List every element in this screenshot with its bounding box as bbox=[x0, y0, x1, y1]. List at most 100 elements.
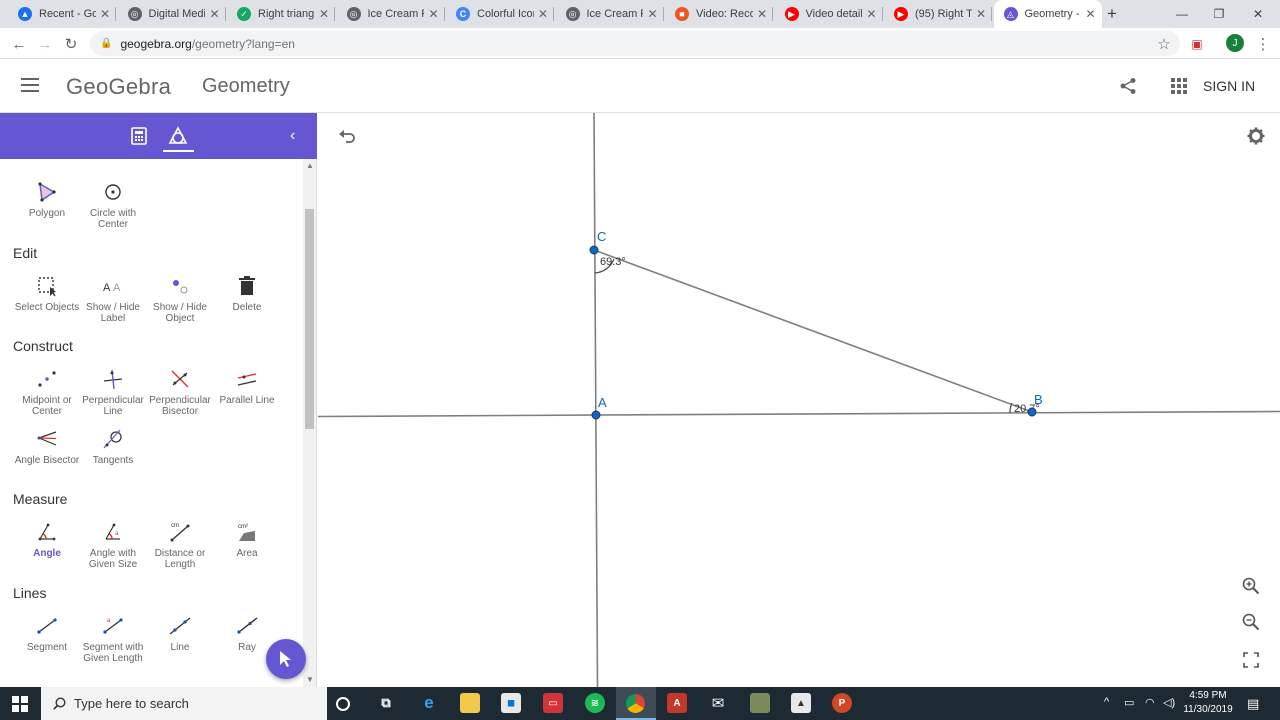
segment-cb[interactable] bbox=[593, 249, 1033, 413]
tab-close-icon[interactable]: ✕ bbox=[538, 7, 548, 21]
tool-midpoint-or-center[interactable]: Midpoint or Center bbox=[14, 368, 80, 417]
task-view-icon[interactable]: ⧉ bbox=[376, 693, 396, 713]
browser-tab[interactable]: ✓ Right triangl ✕ bbox=[227, 0, 335, 28]
tool-tangents[interactable]: Tangents bbox=[80, 428, 146, 466]
browser-tab[interactable]: ▶ Video detail ✕ bbox=[775, 0, 883, 28]
address-bar[interactable]: 🔒 geogebra.org/geometry?lang=en bbox=[90, 31, 1180, 56]
tool-parallel-line[interactable]: Parallel Line bbox=[214, 368, 280, 406]
forward-icon[interactable]: → bbox=[34, 33, 56, 55]
panel-scrollbar[interactable]: ▲ ▼ bbox=[303, 159, 316, 687]
file-explorer-icon[interactable] bbox=[460, 693, 480, 713]
powerpoint-icon[interactable]: P bbox=[832, 693, 852, 713]
notifications-icon[interactable]: ▤ bbox=[1247, 696, 1259, 712]
zoom-in-icon[interactable] bbox=[1242, 577, 1260, 595]
tab-close-icon[interactable]: ✕ bbox=[757, 7, 767, 21]
zoom-out-icon[interactable] bbox=[1242, 613, 1260, 631]
graphics-view[interactable]: 69.3° 20.7° A B C bbox=[317, 112, 1280, 688]
maximize-window-icon[interactable]: ❐ bbox=[1199, 0, 1239, 28]
line-ac[interactable] bbox=[593, 112, 599, 688]
point-label-a[interactable]: A bbox=[598, 395, 607, 410]
new-tab-button[interactable]: + bbox=[1092, 0, 1132, 28]
tool-angle-with-given-size[interactable]: a Angle with Given Size bbox=[80, 521, 146, 570]
tool-show-hide-object[interactable]: Show / Hide Object bbox=[147, 275, 213, 324]
taskbar-search-box[interactable]: Type here to search bbox=[41, 687, 327, 720]
move-tool-button[interactable] bbox=[266, 639, 306, 679]
scrollbar-thumb[interactable] bbox=[305, 209, 314, 429]
tab-close-icon[interactable]: ✕ bbox=[647, 7, 657, 21]
geogebra-logo[interactable]: GeoGebra bbox=[66, 74, 171, 100]
tab-close-icon[interactable]: ✕ bbox=[428, 7, 438, 21]
profile-avatar[interactable]: J bbox=[1226, 34, 1244, 52]
algebra-view-icon[interactable] bbox=[131, 127, 147, 145]
volume-icon[interactable]: ◁) bbox=[1163, 696, 1175, 709]
acrobat-icon[interactable]: A bbox=[667, 693, 687, 713]
browser-tab[interactable]: ◬ Geometry - ✕ bbox=[993, 0, 1102, 28]
browser-tab[interactable]: C Colorful Icor ✕ bbox=[446, 0, 554, 28]
cortana-icon[interactable] bbox=[336, 697, 350, 711]
browser-menu-icon[interactable]: ⋮ bbox=[1252, 33, 1274, 55]
tab-close-icon[interactable]: ✕ bbox=[100, 7, 110, 21]
point-b[interactable] bbox=[1027, 407, 1037, 417]
scroll-up-icon[interactable]: ▲ bbox=[306, 161, 314, 170]
tool-circle-with-center[interactable]: Circle with Center bbox=[80, 181, 146, 230]
tool-line[interactable]: Line bbox=[147, 615, 213, 653]
browser-tab[interactable]: ■ Video: Reco ✕ bbox=[665, 0, 773, 28]
settings-gear-icon[interactable] bbox=[1247, 127, 1265, 145]
reload-icon[interactable]: ↻ bbox=[60, 33, 82, 55]
tool-distance-or-length[interactable]: cm Distance or Length bbox=[147, 521, 213, 570]
tool-select-objects[interactable]: Select Objects bbox=[14, 275, 80, 313]
tab-close-icon[interactable]: ✕ bbox=[209, 7, 219, 21]
share-icon[interactable] bbox=[1119, 77, 1137, 95]
point-c[interactable] bbox=[589, 245, 599, 255]
scroll-down-icon[interactable]: ▼ bbox=[306, 675, 314, 684]
mail-icon[interactable]: ✉ bbox=[708, 693, 728, 713]
tool-segment[interactable]: Segment bbox=[14, 615, 80, 653]
tool-perpendicular-line[interactable]: Perpendicular Line bbox=[80, 368, 146, 417]
collapse-panel-icon[interactable]: ‹ bbox=[290, 127, 295, 145]
line-ab[interactable] bbox=[317, 410, 1280, 418]
browser-tab[interactable]: ◎ Ice Cream Pi✕ bbox=[556, 0, 664, 28]
tool-polygon[interactable]: Polygon bbox=[14, 181, 80, 219]
sign-in-button[interactable]: SIGN IN bbox=[1203, 78, 1255, 94]
taskbar-clock[interactable]: 4:59 PM 11/30/2019 bbox=[1178, 689, 1238, 717]
angle-label-c[interactable]: 69.3° bbox=[600, 256, 626, 268]
tool-area[interactable]: cm² Area bbox=[214, 521, 280, 559]
point-label-c[interactable]: C bbox=[597, 229, 606, 244]
tools-view-icon[interactable] bbox=[167, 125, 189, 147]
browser-tab[interactable]: ◎ Ice Cream Pi✕ bbox=[337, 0, 445, 28]
point-a[interactable] bbox=[591, 410, 601, 420]
edge-browser-icon[interactable]: e bbox=[419, 693, 439, 713]
chrome-taskbar-active[interactable] bbox=[616, 687, 656, 720]
wifi-icon[interactable]: ◠ bbox=[1145, 696, 1155, 709]
hamburger-menu-icon[interactable] bbox=[21, 78, 39, 92]
tray-chevron-icon[interactable]: ^ bbox=[1104, 696, 1109, 708]
tool-show-hide-label[interactable]: A A Show / Hide Label bbox=[80, 275, 146, 324]
undo-icon[interactable] bbox=[337, 126, 357, 146]
photos-app-icon[interactable] bbox=[750, 693, 770, 713]
image-viewer-icon[interactable]: ▲ bbox=[791, 693, 811, 713]
tool-segment-with-given-length[interactable]: a Segment with Given Length bbox=[80, 615, 146, 664]
browser-tab[interactable]: ▲ Recent - Go ✕ bbox=[8, 0, 116, 28]
tab-close-icon[interactable]: ✕ bbox=[976, 7, 986, 21]
tab-close-icon[interactable]: ✕ bbox=[866, 7, 876, 21]
tool-angle-bisector[interactable]: Angle Bisector bbox=[14, 428, 80, 466]
minimize-window-icon[interactable]: — bbox=[1162, 0, 1202, 28]
extension-icon[interactable]: ▣ bbox=[1186, 33, 1208, 55]
tool-delete[interactable]: Delete bbox=[214, 275, 280, 313]
store-icon[interactable]: ◼ bbox=[501, 693, 521, 713]
tool-angle[interactable]: Angle bbox=[14, 521, 80, 559]
spotify-icon[interactable]: ≋ bbox=[585, 693, 605, 713]
point-label-b[interactable]: B bbox=[1034, 392, 1043, 407]
construction-drawing[interactable]: 69.3°20.7°A BC bbox=[317, 112, 1280, 688]
tool-perpendicular-bisector[interactable]: Perpendicular Bisector bbox=[147, 368, 213, 417]
app-red-icon[interactable]: ▭ bbox=[543, 693, 563, 713]
tab-close-icon[interactable]: ✕ bbox=[319, 7, 329, 21]
back-icon[interactable]: ← bbox=[8, 33, 30, 55]
browser-tab[interactable]: ◎ Digital Medi ✕ bbox=[118, 0, 226, 28]
close-window-icon[interactable]: ✕ bbox=[1238, 0, 1278, 28]
fullscreen-icon[interactable] bbox=[1242, 651, 1260, 669]
windows-start-icon[interactable] bbox=[12, 696, 28, 712]
browser-tab[interactable]: ▶ (95) Right Tr ✕ bbox=[884, 0, 992, 28]
apps-grid-icon[interactable] bbox=[1171, 78, 1187, 94]
bookmark-star-icon[interactable]: ☆ bbox=[1153, 33, 1175, 55]
